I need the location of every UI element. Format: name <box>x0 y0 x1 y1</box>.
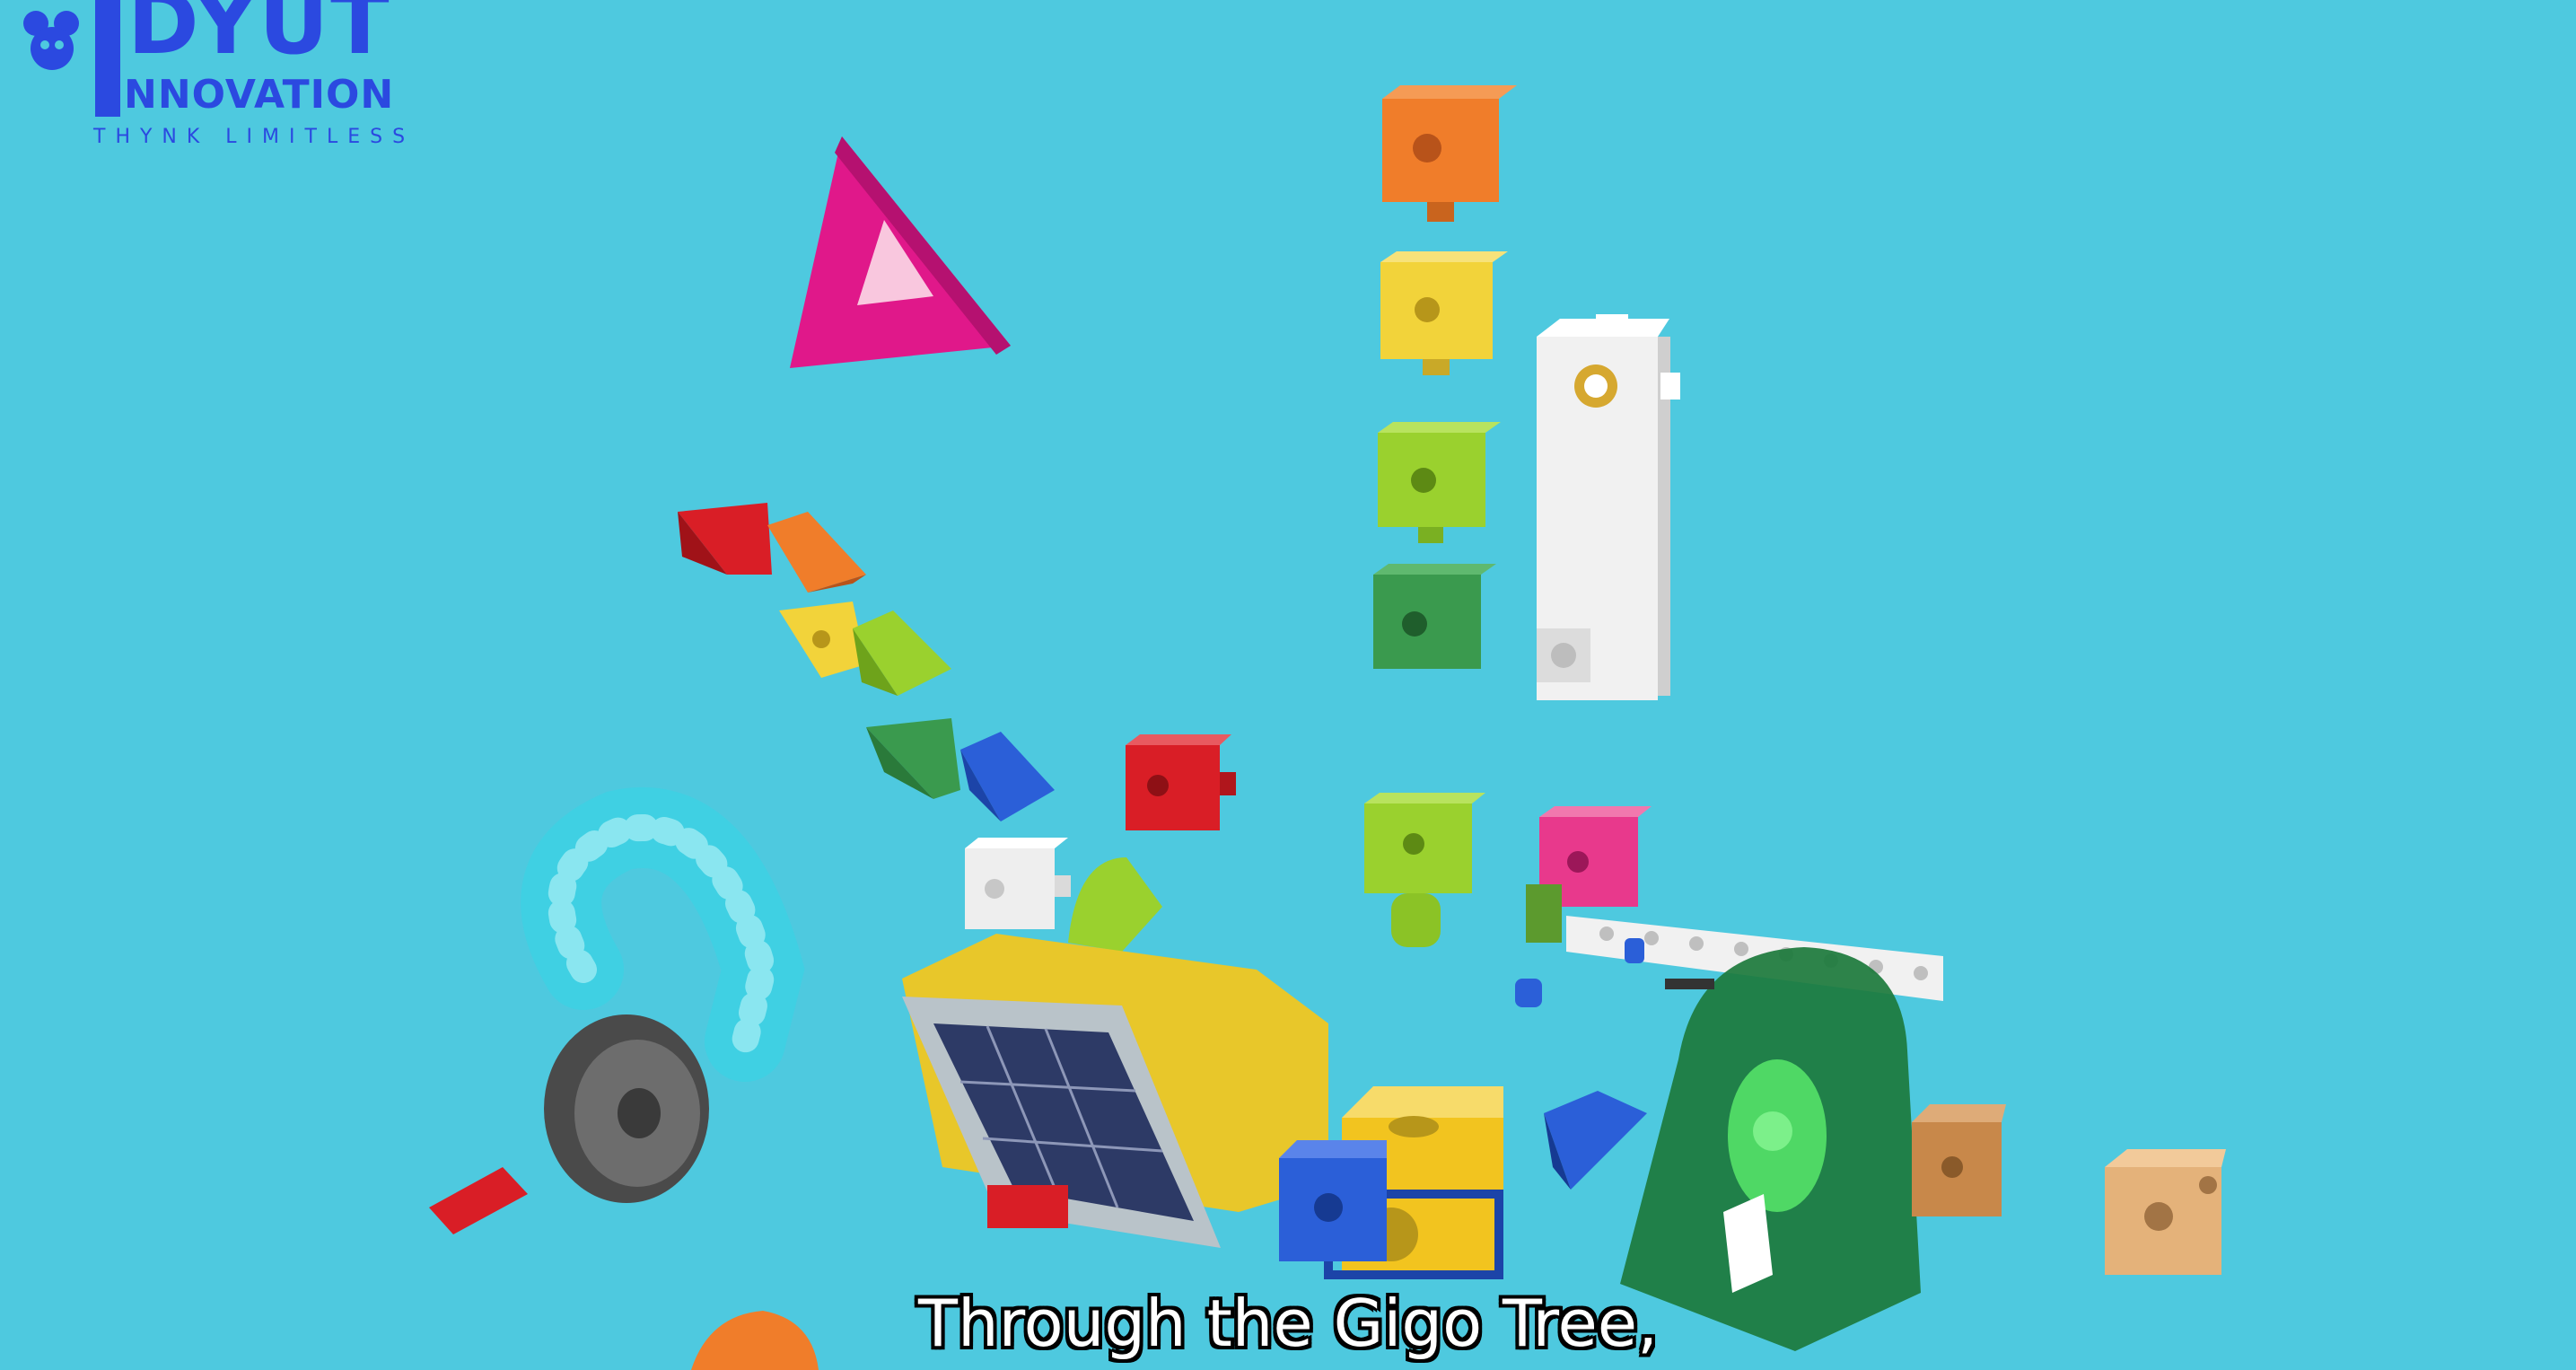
blue-wedge-small <box>1544 1091 1647 1190</box>
brand-logo: DYUT NNOVATION THYNK LIMITLESS <box>16 0 429 153</box>
green-cube <box>1373 564 1496 669</box>
lime-quarter-round <box>1068 857 1162 952</box>
orange-cube <box>1382 85 1517 222</box>
yellow-cube-small <box>779 602 866 678</box>
toy-pieces-scene <box>429 85 2226 1370</box>
video-subtitle: Through the Gigo Tree, <box>918 1286 1658 1361</box>
lime-cube <box>1378 422 1501 543</box>
blue-cube <box>1279 1140 1387 1261</box>
logo-letter-bar <box>95 0 120 117</box>
mascot-icon <box>23 11 79 70</box>
lime-wedge <box>853 610 951 696</box>
logo-wordmark-top: DYUT <box>127 0 391 74</box>
logo-tagline: THYNK LIMITLESS <box>93 126 416 148</box>
red-cube <box>1126 734 1236 830</box>
red-wedge <box>678 503 772 575</box>
solar-panel-base <box>902 934 1328 1248</box>
white-cube <box>965 838 1071 929</box>
tan-cube-left <box>1912 1104 2006 1216</box>
tan-cube-right <box>2105 1149 2226 1275</box>
gray-wheel <box>544 1014 709 1203</box>
white-long-beam <box>1537 314 1680 700</box>
yellow-cube <box>1380 251 1508 375</box>
green-wedge <box>866 718 960 799</box>
cyan-flexible-tube <box>521 787 805 1082</box>
orange-wedge <box>767 512 866 593</box>
red-peg <box>429 1167 528 1234</box>
lime-cube-with-peg <box>1364 793 1485 947</box>
magenta-triangle-frame <box>790 136 1011 368</box>
logo-wordmark-bottom: NNOVATION <box>124 72 395 118</box>
blue-wedge <box>960 732 1055 821</box>
